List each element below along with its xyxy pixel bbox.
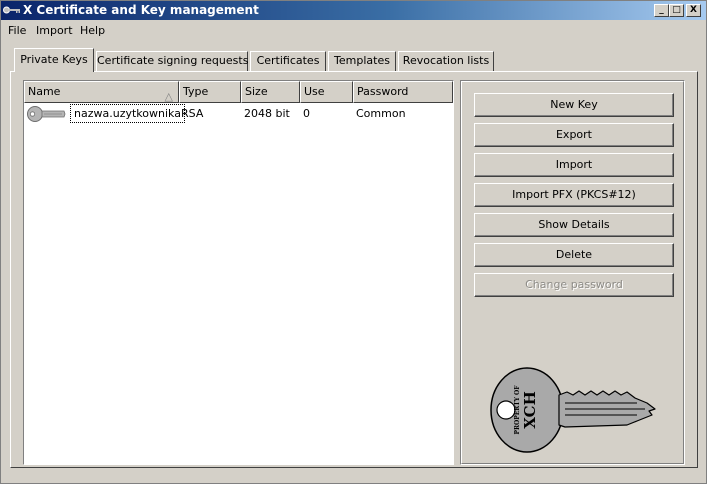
change-password-button[interactable]: Change password bbox=[474, 273, 674, 297]
key-icon bbox=[3, 6, 20, 14]
maximize-button[interactable]: □ bbox=[669, 4, 684, 17]
new-key-button[interactable]: New Key bbox=[474, 93, 674, 117]
delete-button[interactable]: Delete bbox=[474, 243, 674, 267]
key-name-cell[interactable]: nazwa.uzytkownika bbox=[70, 104, 185, 123]
key-icon: PROPERTY OF XCH bbox=[490, 367, 656, 453]
table-row[interactable]: nazwa.uzytkownika RSA 2048 bit 0 Common bbox=[24, 104, 453, 124]
list-header: Name △ Type Size Use Password bbox=[24, 81, 453, 103]
menu-file[interactable]: File bbox=[8, 24, 26, 37]
menu-import[interactable]: Import bbox=[36, 24, 73, 37]
tab-templates[interactable]: Templates bbox=[328, 51, 396, 71]
tab-revocation-lists[interactable]: Revocation lists bbox=[398, 51, 494, 71]
column-header-use[interactable]: Use bbox=[300, 81, 353, 103]
title-bar[interactable]: X Certificate and Key management _ □ X bbox=[1, 1, 706, 20]
import-button[interactable]: Import bbox=[474, 153, 674, 177]
actions-group: New Key Export Import Import PFX (PKCS#1… bbox=[460, 80, 685, 465]
column-header-type[interactable]: Type bbox=[179, 81, 241, 103]
minimize-button[interactable]: _ bbox=[654, 4, 669, 17]
key-engraving-small: PROPERTY OF bbox=[514, 385, 521, 435]
tab-certificates[interactable]: Certificates bbox=[250, 51, 326, 71]
key-type-cell: RSA bbox=[181, 107, 204, 120]
key-list[interactable]: Name △ Type Size Use Password nazwa.uzyt… bbox=[23, 80, 454, 465]
menu-help[interactable]: Help bbox=[80, 24, 105, 37]
key-password-cell: Common bbox=[356, 107, 406, 120]
key-use-cell: 0 bbox=[303, 107, 310, 120]
tab-certificate-signing-requests[interactable]: Certificate signing requests bbox=[96, 51, 248, 71]
actions-group-inner: New Key Export Import Import PFX (PKCS#1… bbox=[461, 81, 684, 464]
menu-bar: File Import Help bbox=[1, 21, 706, 39]
column-header-size[interactable]: Size bbox=[241, 81, 300, 103]
close-button[interactable]: X bbox=[686, 4, 701, 17]
column-header-name[interactable]: Name △ bbox=[24, 81, 179, 103]
column-header-password[interactable]: Password bbox=[353, 81, 453, 103]
show-details-button[interactable]: Show Details bbox=[474, 213, 674, 237]
key-engraving-large: XCH bbox=[521, 391, 539, 429]
key-size-cell: 2048 bit bbox=[244, 107, 290, 120]
main-window: X Certificate and Key management _ □ X F… bbox=[0, 0, 707, 484]
private-keys-panel: Name △ Type Size Use Password nazwa.uzyt… bbox=[10, 71, 698, 468]
key-icon bbox=[27, 106, 66, 122]
export-button[interactable]: Export bbox=[474, 123, 674, 147]
import-pfx-button[interactable]: Import PFX (PKCS#12) bbox=[474, 183, 674, 207]
column-label: Name bbox=[28, 85, 61, 98]
tab-private-keys[interactable]: Private Keys bbox=[14, 48, 94, 72]
window-title: X Certificate and Key management bbox=[23, 3, 259, 17]
